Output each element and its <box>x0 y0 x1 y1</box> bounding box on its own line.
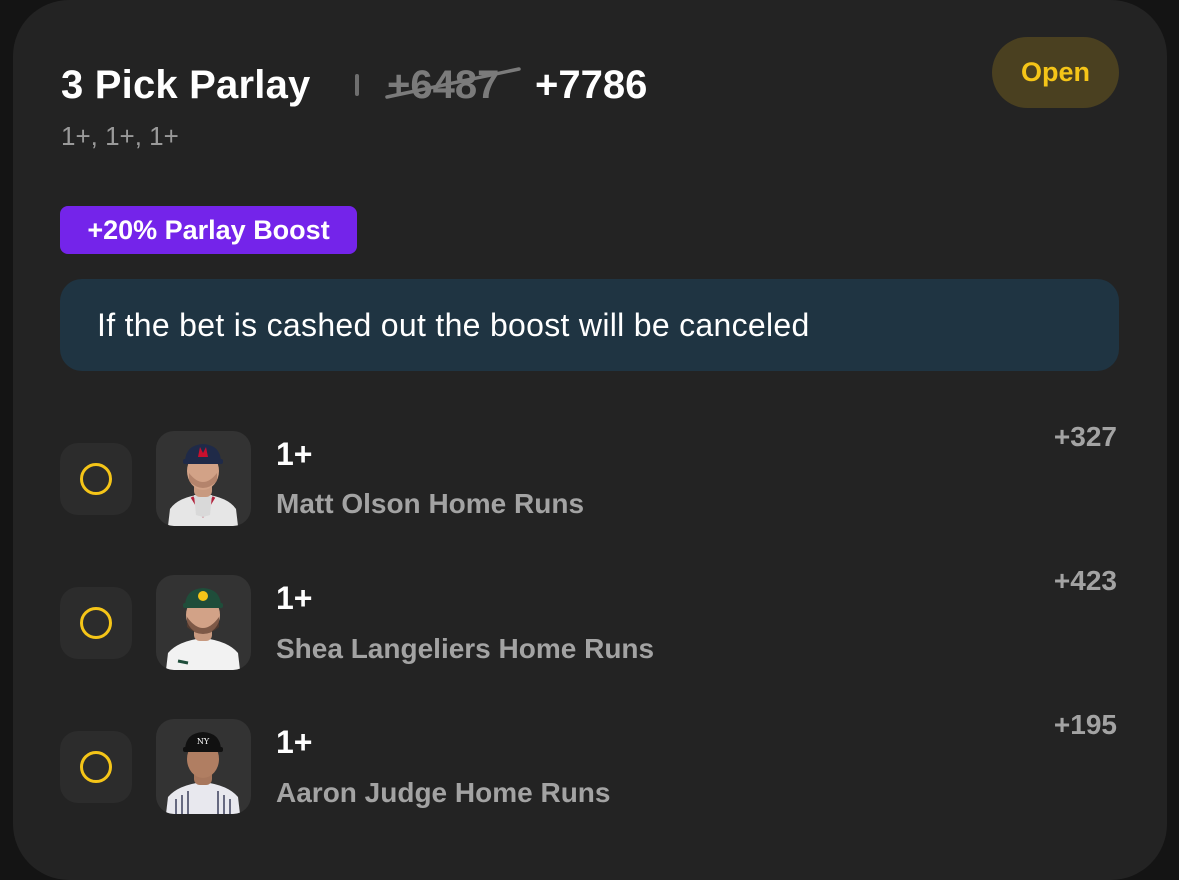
player-avatar: NY <box>156 719 251 814</box>
boost-cashout-notice-text: If the bet is cashed out the boost will … <box>97 306 810 343</box>
boosted-odds: +7786 <box>535 63 648 107</box>
leg-status-indicator <box>60 443 132 515</box>
player-avatar <box>156 575 251 670</box>
leg-odds: +327 <box>1053 421 1117 452</box>
pending-circle-icon <box>80 607 112 639</box>
status-badge: Open <box>992 37 1119 108</box>
leg-status-indicator <box>60 587 132 659</box>
leg-line: 1+ <box>276 724 313 760</box>
leg-market: Shea Langeliers Home Runs <box>276 633 655 664</box>
player-headshot-icon <box>166 588 240 670</box>
player-avatar <box>156 431 251 526</box>
leg-market: Aaron Judge Home Runs <box>276 777 611 808</box>
parlay-leg[interactable]: 1+ Matt Olson Home Runs +327 <box>13 420 1167 526</box>
leg-odds: +423 <box>1053 565 1117 596</box>
svg-text:NY: NY <box>197 737 210 746</box>
pending-circle-icon <box>80 463 112 495</box>
parlay-title: 3 Pick Parlay <box>61 63 311 107</box>
original-odds: +6487 <box>385 60 521 110</box>
leg-market: Matt Olson Home Runs <box>276 488 585 519</box>
leg-odds: +195 <box>1053 709 1117 740</box>
player-headshot-icon: NY <box>166 732 240 814</box>
player-headshot-icon <box>168 444 238 526</box>
parlay-lines-summary: 1+, 1+, 1+ <box>61 121 179 151</box>
original-odds-value: +6487 <box>387 63 500 107</box>
parlay-card[interactable]: 3 Pick Parlay +6487 +7786 1+, 1+, 1+ Ope… <box>13 0 1167 880</box>
parlay-boost-badge: +20% Parlay Boost <box>60 206 357 254</box>
leg-line: 1+ <box>276 436 313 472</box>
leg-line: 1+ <box>276 580 313 616</box>
title-divider <box>355 74 359 96</box>
pending-circle-icon <box>80 751 112 783</box>
parlay-leg[interactable]: 1+ Shea Langeliers Home Runs +423 <box>13 564 1167 670</box>
boost-cashout-notice: If the bet is cashed out the boost will … <box>60 279 1119 371</box>
leg-status-indicator <box>60 731 132 803</box>
parlay-leg[interactable]: NY 1+ Aaron Judge Home Runs +195 <box>13 708 1167 814</box>
